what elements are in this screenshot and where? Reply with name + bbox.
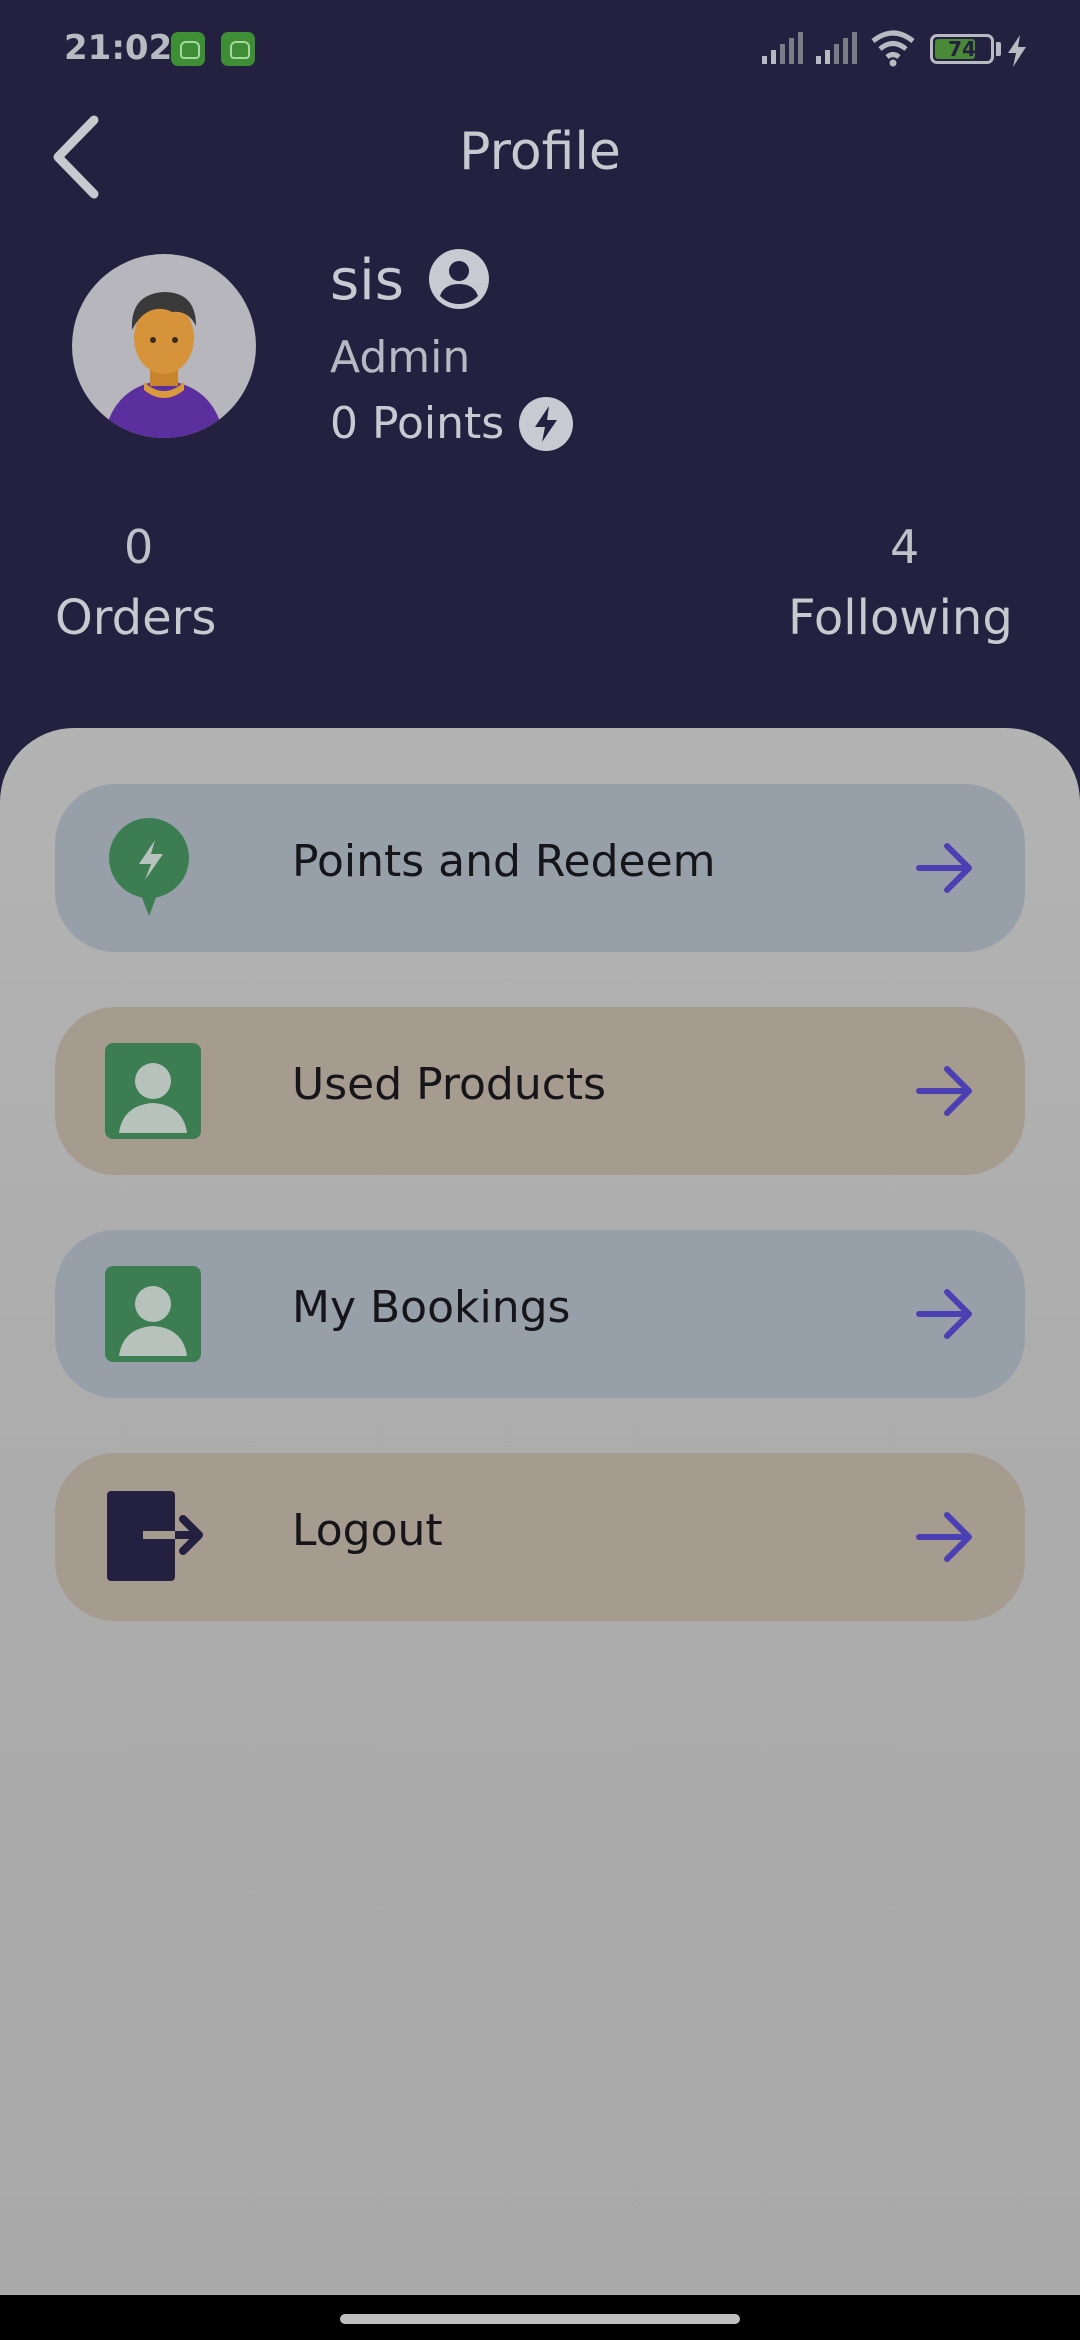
arrow-right-icon (916, 1289, 972, 1339)
logout-icon (107, 1491, 203, 1581)
page-title: Profile (459, 122, 621, 182)
lightning-bubble-icon (109, 818, 189, 916)
menu-item-label: Logout (292, 1505, 443, 1556)
orders-label[interactable]: Orders (55, 590, 216, 646)
arrow-right-icon (916, 1512, 972, 1562)
notification-icon (171, 32, 205, 66)
avatar[interactable] (72, 254, 256, 438)
notification-icon (221, 32, 255, 66)
menu-item-used-products[interactable]: Used Products (55, 1007, 1025, 1175)
profile-name: sis (330, 248, 404, 313)
menu-item-logout[interactable]: Logout (55, 1453, 1025, 1621)
battery-icon: 74 (930, 34, 994, 64)
menu-item-label: Used Products (292, 1059, 607, 1110)
menu-item-label: Points and Redeem (292, 836, 716, 887)
signal-icon (816, 32, 857, 64)
profile-points: 0 Points (330, 398, 505, 449)
battery-cap (996, 42, 1001, 56)
arrow-right-icon (916, 1066, 972, 1116)
menu-item-label: My Bookings (292, 1282, 571, 1333)
menu-item-points-and-redeem[interactable]: Points and Redeem (55, 784, 1025, 952)
charging-icon (1008, 35, 1026, 67)
arrow-right-icon (916, 843, 972, 893)
home-indicator[interactable] (340, 2314, 740, 2324)
avatar-illustration (104, 292, 224, 438)
following-label[interactable]: Following (788, 590, 1013, 646)
status-bar: 21:02 74 (0, 0, 1080, 100)
orders-count: 0 (124, 520, 154, 574)
profile-role: Admin (330, 332, 471, 383)
following-count: 4 (890, 520, 920, 574)
person-card-icon (105, 1043, 201, 1139)
menu-item-my-bookings[interactable]: My Bookings (55, 1230, 1025, 1398)
account-circle-icon (429, 249, 489, 309)
battery-percentage: 74 (948, 37, 976, 61)
status-time: 21:02 (64, 28, 173, 68)
wifi-icon (871, 30, 915, 67)
signal-icon (762, 32, 803, 64)
lightning-icon (519, 397, 573, 451)
person-card-icon (105, 1266, 201, 1362)
